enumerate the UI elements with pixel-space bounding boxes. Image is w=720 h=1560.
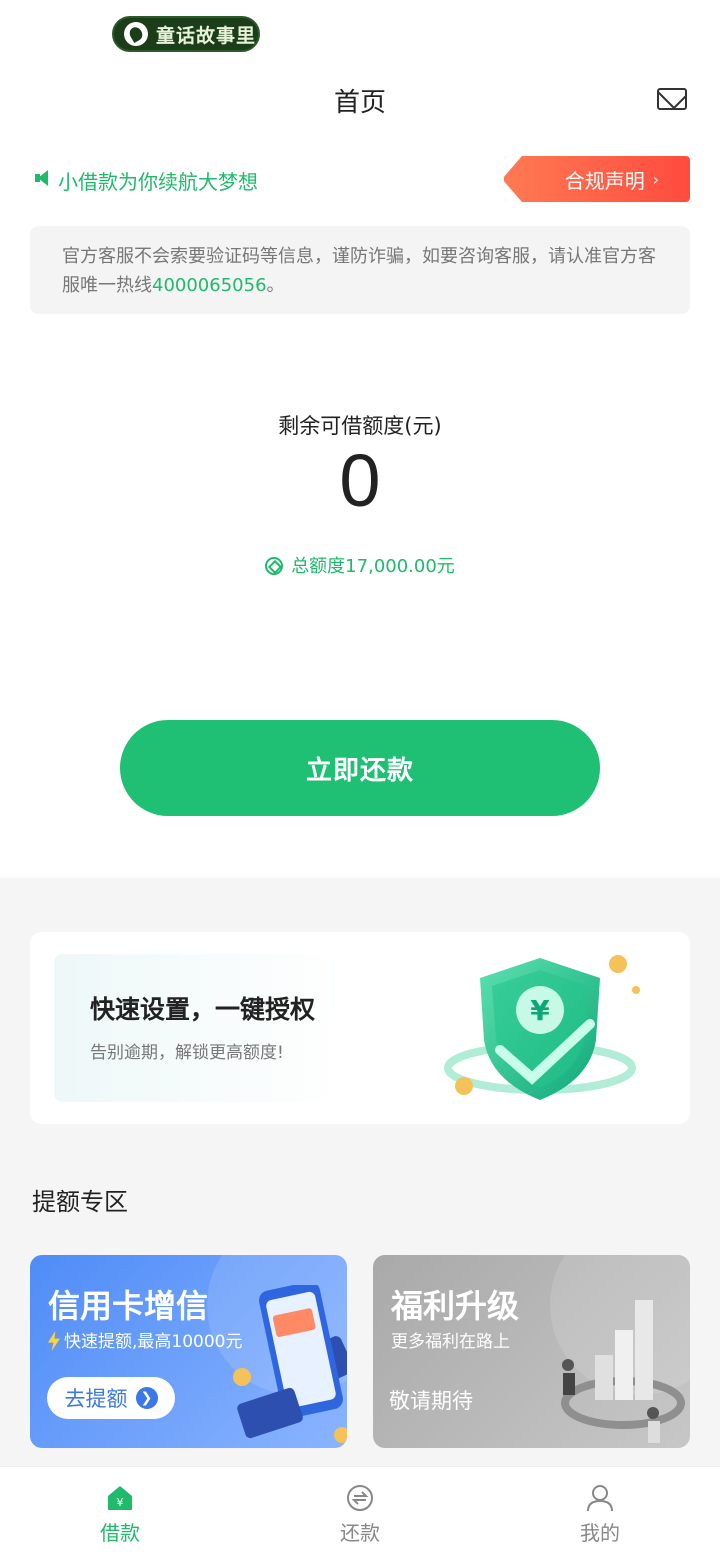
nav-item-borrow[interactable]: ¥ 借款 — [0, 1467, 240, 1560]
promo-title: 信用卡增信 — [48, 1287, 209, 1325]
section-title: 提额专区 — [32, 1188, 128, 1216]
promo-subtitle: 快速提额,最高10000元 — [48, 1327, 242, 1352]
hotline-number[interactable]: 4000065056 — [152, 275, 267, 296]
compliance-label: 合规声明 — [564, 168, 645, 193]
auth-card-panel — [54, 954, 344, 1102]
repay-icon — [347, 1485, 373, 1511]
nav-label-profile: 我的 — [580, 1521, 620, 1545]
app-status-pill[interactable]: 童话故事里 — [112, 16, 260, 52]
promo-title: 福利升级 — [391, 1287, 520, 1325]
credit-label: 剩余可借额度(元) — [278, 414, 442, 438]
app-logo-icon — [124, 22, 148, 46]
home-icon: ¥ — [108, 1486, 132, 1510]
welfare-upgrade-card[interactable]: 福利升级 更多福利在路上 敬请期待 — [373, 1255, 690, 1448]
chevron-right-icon: › — [652, 169, 660, 189]
auth-title: 快速设置，一键授权 — [90, 995, 316, 1024]
coming-soon-label: 敬请期待 — [389, 1389, 473, 1413]
phone-card-icon — [233, 1285, 347, 1443]
raise-limit-label: 去提额 — [64, 1387, 128, 1411]
svg-text:¥: ¥ — [530, 994, 550, 1027]
lightning-icon — [48, 1331, 60, 1351]
nav-label-borrow: 借款 — [100, 1521, 140, 1545]
shield-yuan-icon: ¥ — [444, 955, 640, 1100]
raise-limit-button[interactable]: 去提额 ❯ — [47, 1377, 175, 1419]
svg-text:¥: ¥ — [117, 1496, 124, 1509]
repay-now-button[interactable]: 立即还款 — [120, 720, 600, 816]
bottom-nav: ¥ 借款 还款 我的 — [0, 1466, 720, 1560]
warning-text-end: 。 — [266, 275, 285, 296]
total-limit-label: 总额度17,000.00元 — [291, 556, 455, 577]
nav-item-profile[interactable]: 我的 — [480, 1467, 720, 1560]
speaker-icon — [35, 170, 53, 188]
nav-label-repay: 还款 — [340, 1521, 380, 1545]
anti-fraud-notice: 官方客服不会索要验证码等信息，谨防诈骗，如要咨询客服，请认准官方客服唯一热线40… — [30, 226, 690, 314]
home-screen: 童话故事里 首页 小借款为你续航大梦想 合规声明 › 官方客服不会索要验证码等信… — [0, 0, 720, 1560]
mail-icon[interactable] — [657, 88, 687, 110]
credit-card-boost-card[interactable]: 信用卡增信 快速提额,最高10000元 去提额 ❯ — [30, 1255, 347, 1448]
compliance-button[interactable]: 合规声明 › — [504, 156, 690, 202]
slogan-text: 小借款为你续航大梦想 — [58, 170, 258, 194]
diamond-icon — [265, 557, 284, 575]
profile-icon — [587, 1485, 613, 1512]
auth-subtitle: 告别逾期，解锁更高额度! — [90, 1043, 284, 1063]
arrow-right-icon: ❯ — [135, 1387, 158, 1409]
nav-item-repay[interactable]: 还款 — [240, 1467, 480, 1560]
promo-subtitle-text: 快速提额,最高10000元 — [64, 1332, 243, 1352]
page-title: 首页 — [333, 88, 386, 118]
total-limit: 总额度17,000.00元 — [0, 552, 720, 578]
notice-row: 小借款为你续航大梦想 合规声明 › — [32, 156, 690, 202]
growth-chart-icon — [561, 1300, 685, 1443]
credit-value: 0 — [339, 439, 381, 522]
promo-subtitle: 更多福利在路上 — [391, 1332, 510, 1352]
quick-auth-card[interactable]: 快速设置，一键授权 告别逾期，解锁更高额度! ¥ — [30, 932, 690, 1124]
app-status-label: 童话故事里 — [156, 24, 257, 47]
